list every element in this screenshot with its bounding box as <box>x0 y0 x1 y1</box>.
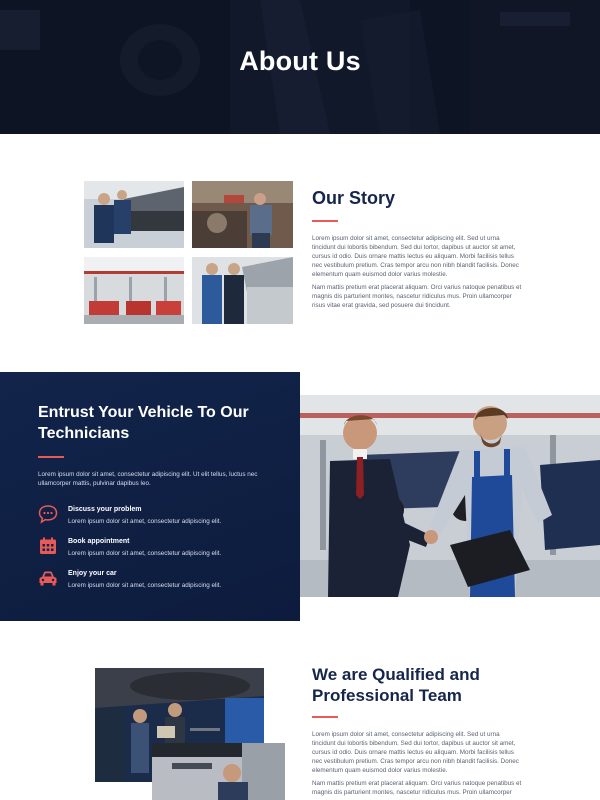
story-paragraph-1: Lorem ipsum dolor sit amet, consectetur … <box>312 235 519 278</box>
feature-book-appointment: Book appointment Lorem ipsum dolor sit a… <box>38 536 278 562</box>
feature-description: Lorem ipsum dolor sit amet, consectetur … <box>68 518 222 525</box>
accent-divider <box>38 456 64 458</box>
our-story-heading: Our Story <box>312 188 396 208</box>
team-heading: We are Qualified and Professional Team <box>312 665 480 705</box>
chat-bubble-icon <box>38 505 58 524</box>
feature-title: Book appointment <box>68 538 130 545</box>
story-photo-grid <box>84 181 293 324</box>
garage-interior-photo <box>84 257 184 324</box>
mechanics-engine-photo <box>84 181 184 248</box>
engine-inspection-photo <box>192 181 293 248</box>
qualified-team-section: We are Qualified and Professional Team L… <box>312 664 524 797</box>
car-icon <box>39 571 57 586</box>
mechanic-closeup-photo <box>152 743 285 800</box>
feature-description: Lorem ipsum dolor sit amet, consectetur … <box>68 550 222 557</box>
feature-discuss-problem: Discuss your problem Lorem ipsum dolor s… <box>38 504 278 530</box>
feature-enjoy-car: Enjoy your car Lorem ipsum dolor sit ame… <box>38 568 278 594</box>
page-title: About Us <box>239 46 361 76</box>
accent-divider <box>312 220 338 222</box>
technicians-intro: Lorem ipsum dolor sit amet, consectetur … <box>38 471 258 487</box>
story-paragraph-2: Nam mattis pretium erat placerat aliquam… <box>312 284 522 309</box>
accent-divider <box>312 716 338 718</box>
feature-title: Enjoy your car <box>68 570 117 577</box>
team-paragraph-1: Lorem ipsum dolor sit amet, consectetur … <box>312 731 519 774</box>
feature-description: Lorem ipsum dolor sit amet, consectetur … <box>68 582 222 589</box>
our-story-section: Our Story Lorem ipsum dolor sit amet, co… <box>312 188 524 310</box>
hero-banner: About Us <box>0 0 600 134</box>
technicians-panel: Entrust Your Vehicle To Our Technicians … <box>0 372 300 621</box>
handshake-photo <box>300 395 600 597</box>
technicians-heading: Entrust Your Vehicle To Our Technicians <box>38 404 249 442</box>
feature-title: Discuss your problem <box>68 506 142 513</box>
calendar-icon <box>40 537 56 554</box>
mechanic-customer-photo <box>192 257 293 324</box>
team-paragraph-2: Nam mattis pretium erat placerat aliquam… <box>312 780 522 796</box>
